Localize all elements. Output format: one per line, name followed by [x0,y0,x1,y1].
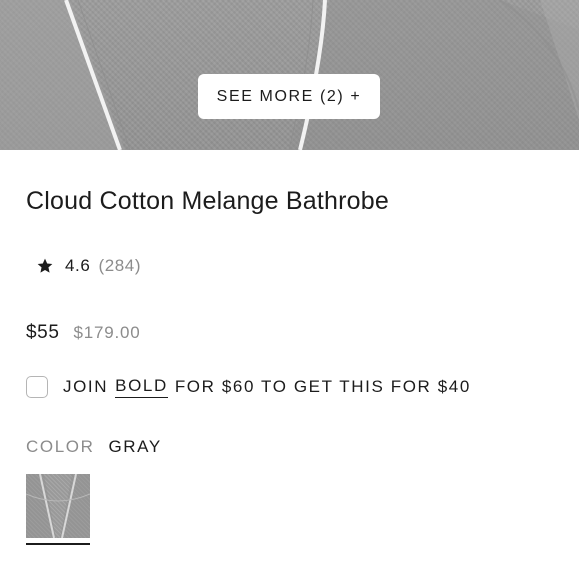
color-swatch-gray[interactable] [26,474,90,538]
price-row: $55 $179.00 [26,322,141,344]
color-label: COLOR [26,437,95,456]
membership-checkbox[interactable] [26,376,48,398]
product-page: SEE MORE (2) + Cloud Cotton Melange Bath… [0,0,579,580]
offer-suffix: FOR $60 TO GET THIS FOR $40 [174,377,471,396]
membership-offer: JOIN BOLD FOR $60 TO GET THIS FOR $40 [26,376,471,398]
swatch-selected-indicator [26,543,90,545]
sale-price: $55 [26,322,60,343]
bold-membership-link[interactable]: BOLD [115,376,168,398]
original-price: $179.00 [73,323,141,342]
product-title: Cloud Cotton Melange Bathrobe [26,187,389,215]
swatch-thumbnail [26,474,90,538]
see-more-button[interactable]: SEE MORE (2) + [198,74,380,119]
review-count[interactable]: (284) [98,256,141,276]
product-image[interactable]: SEE MORE (2) + [0,0,579,150]
rating-summary[interactable]: 4.6 (284) [36,256,141,276]
rating-value: 4.6 [65,256,91,275]
selected-color: GRAY [108,437,162,456]
star-icon [37,258,53,273]
offer-prefix: JOIN [63,377,109,396]
color-selection: COLOR GRAY [26,437,162,457]
